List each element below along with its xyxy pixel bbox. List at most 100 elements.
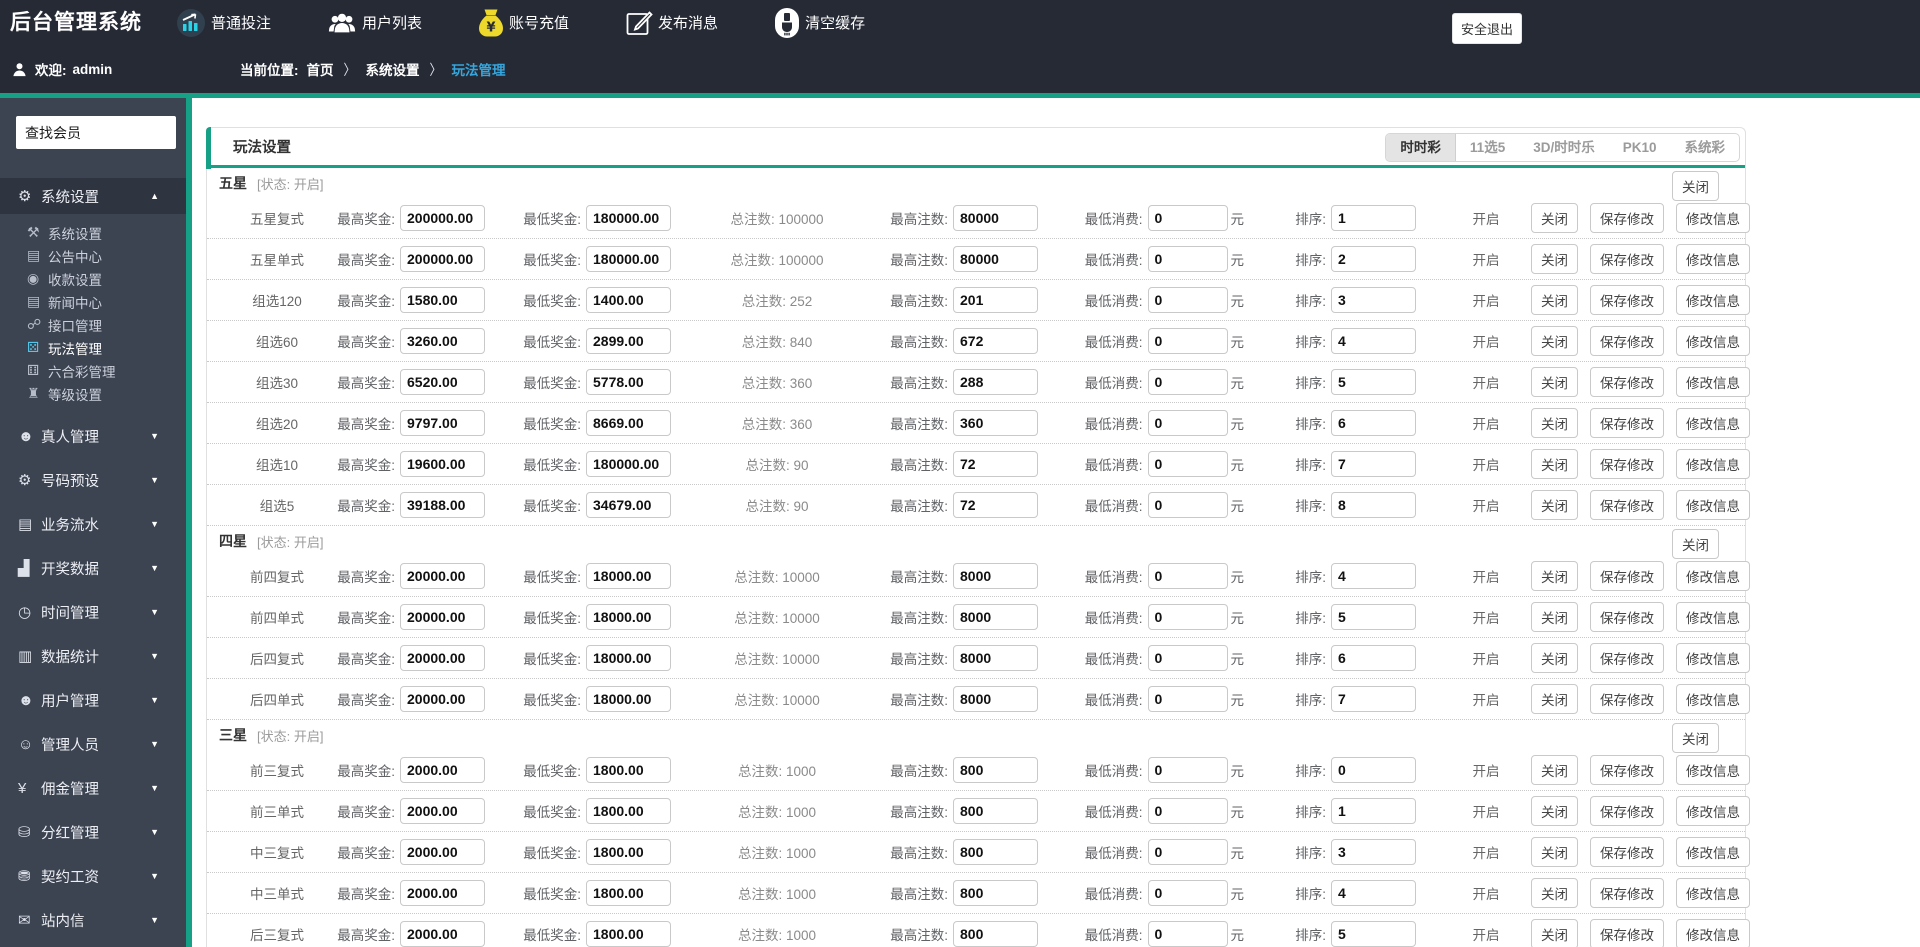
- close-button[interactable]: 关闭: [1531, 561, 1578, 591]
- sort-input[interactable]: [1331, 757, 1416, 783]
- sidebar-section-9[interactable]: ¥ 佣金管理 ▼: [0, 766, 186, 810]
- edit-info-button[interactable]: 修改信息: [1676, 285, 1750, 315]
- max-prize-input[interactable]: [400, 604, 485, 630]
- topnav-item-recharge[interactable]: ¥ 账号充值: [478, 8, 569, 38]
- max-bets-input[interactable]: [953, 757, 1038, 783]
- close-button[interactable]: 关闭: [1531, 285, 1578, 315]
- sort-input[interactable]: [1331, 287, 1416, 313]
- min-cost-input[interactable]: [1147, 246, 1228, 272]
- tab-1[interactable]: 11选5: [1456, 134, 1519, 161]
- sort-input[interactable]: [1331, 604, 1416, 630]
- max-bets-input[interactable]: [953, 686, 1038, 712]
- min-cost-input[interactable]: [1147, 645, 1228, 671]
- sidebar-section-5[interactable]: ◷ 时间管理 ▼: [0, 590, 186, 634]
- tab-3[interactable]: PK10: [1609, 134, 1671, 161]
- sidebar-section-10[interactable]: ⛁ 分红管理 ▼: [0, 810, 186, 854]
- section-close-button[interactable]: 关闭: [1672, 529, 1719, 559]
- save-button[interactable]: 保存修改: [1590, 449, 1664, 479]
- close-button[interactable]: 关闭: [1531, 684, 1578, 714]
- close-button[interactable]: 关闭: [1531, 919, 1578, 947]
- sidebar-item-1[interactable]: ▤ 公告中心: [0, 244, 186, 267]
- edit-info-button[interactable]: 修改信息: [1676, 878, 1750, 908]
- breadcrumb-item[interactable]: 系统设置: [366, 59, 420, 79]
- max-bets-input[interactable]: [953, 604, 1038, 630]
- logout-button[interactable]: 安全退出: [1452, 13, 1522, 44]
- save-button[interactable]: 保存修改: [1590, 408, 1664, 438]
- close-button[interactable]: 关闭: [1531, 602, 1578, 632]
- edit-info-button[interactable]: 修改信息: [1676, 203, 1750, 233]
- min-cost-input[interactable]: [1147, 492, 1228, 518]
- max-prize-input[interactable]: [400, 451, 485, 477]
- max-bets-input[interactable]: [953, 328, 1038, 354]
- save-button[interactable]: 保存修改: [1590, 643, 1664, 673]
- sidebar-section-3[interactable]: ▤ 业务流水 ▼: [0, 502, 186, 546]
- max-bets-input[interactable]: [953, 451, 1038, 477]
- max-bets-input[interactable]: [953, 410, 1038, 436]
- min-prize-input[interactable]: [586, 645, 671, 671]
- sort-input[interactable]: [1331, 492, 1416, 518]
- edit-info-button[interactable]: 修改信息: [1676, 490, 1750, 520]
- max-bets-input[interactable]: [953, 921, 1038, 947]
- sidebar-section-12[interactable]: ✉ 站内信 ▼: [0, 898, 186, 942]
- section-close-button[interactable]: 关闭: [1672, 171, 1719, 201]
- min-prize-input[interactable]: [586, 604, 671, 630]
- topnav-item-bet[interactable]: 普通投注: [176, 8, 271, 38]
- max-bets-input[interactable]: [953, 205, 1038, 231]
- edit-info-button[interactable]: 修改信息: [1676, 449, 1750, 479]
- min-cost-input[interactable]: [1147, 451, 1228, 477]
- save-button[interactable]: 保存修改: [1590, 285, 1664, 315]
- sidebar-item-7[interactable]: ♜ 等级设置: [0, 382, 186, 405]
- save-button[interactable]: 保存修改: [1590, 326, 1664, 356]
- max-prize-input[interactable]: [400, 798, 485, 824]
- sidebar-item-3[interactable]: ▤ 新闻中心: [0, 290, 186, 313]
- max-prize-input[interactable]: [400, 757, 485, 783]
- min-cost-input[interactable]: [1147, 328, 1228, 354]
- breadcrumb-item[interactable]: 玩法管理: [452, 59, 506, 79]
- edit-info-button[interactable]: 修改信息: [1676, 561, 1750, 591]
- edit-info-button[interactable]: 修改信息: [1676, 796, 1750, 826]
- close-button[interactable]: 关闭: [1531, 408, 1578, 438]
- sidebar-item-4[interactable]: ☍ 接口管理: [0, 313, 186, 336]
- sort-input[interactable]: [1331, 369, 1416, 395]
- sort-input[interactable]: [1331, 880, 1416, 906]
- max-bets-input[interactable]: [953, 369, 1038, 395]
- max-bets-input[interactable]: [953, 246, 1038, 272]
- section-close-button[interactable]: 关闭: [1672, 723, 1719, 753]
- tab-0[interactable]: 时时彩: [1386, 134, 1456, 161]
- max-prize-input[interactable]: [400, 287, 485, 313]
- sidebar-section-0[interactable]: ⚙ 系统设置 ▲: [0, 178, 186, 214]
- close-button[interactable]: 关闭: [1531, 643, 1578, 673]
- breadcrumb-item[interactable]: 首页: [307, 59, 334, 79]
- edit-info-button[interactable]: 修改信息: [1676, 244, 1750, 274]
- min-cost-input[interactable]: [1147, 921, 1228, 947]
- min-cost-input[interactable]: [1147, 205, 1228, 231]
- save-button[interactable]: 保存修改: [1590, 490, 1664, 520]
- sidebar-item-6[interactable]: ⚅ 六合彩管理: [0, 359, 186, 382]
- topnav-item-users[interactable]: 用户列表: [327, 11, 422, 35]
- edit-info-button[interactable]: 修改信息: [1676, 755, 1750, 785]
- max-bets-input[interactable]: [953, 287, 1038, 313]
- min-prize-input[interactable]: [586, 563, 671, 589]
- save-button[interactable]: 保存修改: [1590, 878, 1664, 908]
- max-prize-input[interactable]: [400, 246, 485, 272]
- edit-info-button[interactable]: 修改信息: [1676, 837, 1750, 867]
- min-cost-input[interactable]: [1147, 369, 1228, 395]
- min-prize-input[interactable]: [586, 686, 671, 712]
- max-prize-input[interactable]: [400, 880, 485, 906]
- close-button[interactable]: 关闭: [1531, 796, 1578, 826]
- min-cost-input[interactable]: [1147, 604, 1228, 630]
- min-prize-input[interactable]: [586, 328, 671, 354]
- close-button[interactable]: 关闭: [1531, 878, 1578, 908]
- edit-info-button[interactable]: 修改信息: [1676, 326, 1750, 356]
- edit-info-button[interactable]: 修改信息: [1676, 919, 1750, 947]
- save-button[interactable]: 保存修改: [1590, 796, 1664, 826]
- close-button[interactable]: 关闭: [1531, 244, 1578, 274]
- sort-input[interactable]: [1331, 921, 1416, 947]
- sidebar-item-0[interactable]: ⚒ 系统设置: [0, 221, 186, 244]
- sort-input[interactable]: [1331, 563, 1416, 589]
- min-cost-input[interactable]: [1147, 563, 1228, 589]
- member-search-input[interactable]: [16, 116, 176, 149]
- max-prize-input[interactable]: [400, 686, 485, 712]
- save-button[interactable]: 保存修改: [1590, 561, 1664, 591]
- sidebar-section-11[interactable]: ⛃ 契约工资 ▼: [0, 854, 186, 898]
